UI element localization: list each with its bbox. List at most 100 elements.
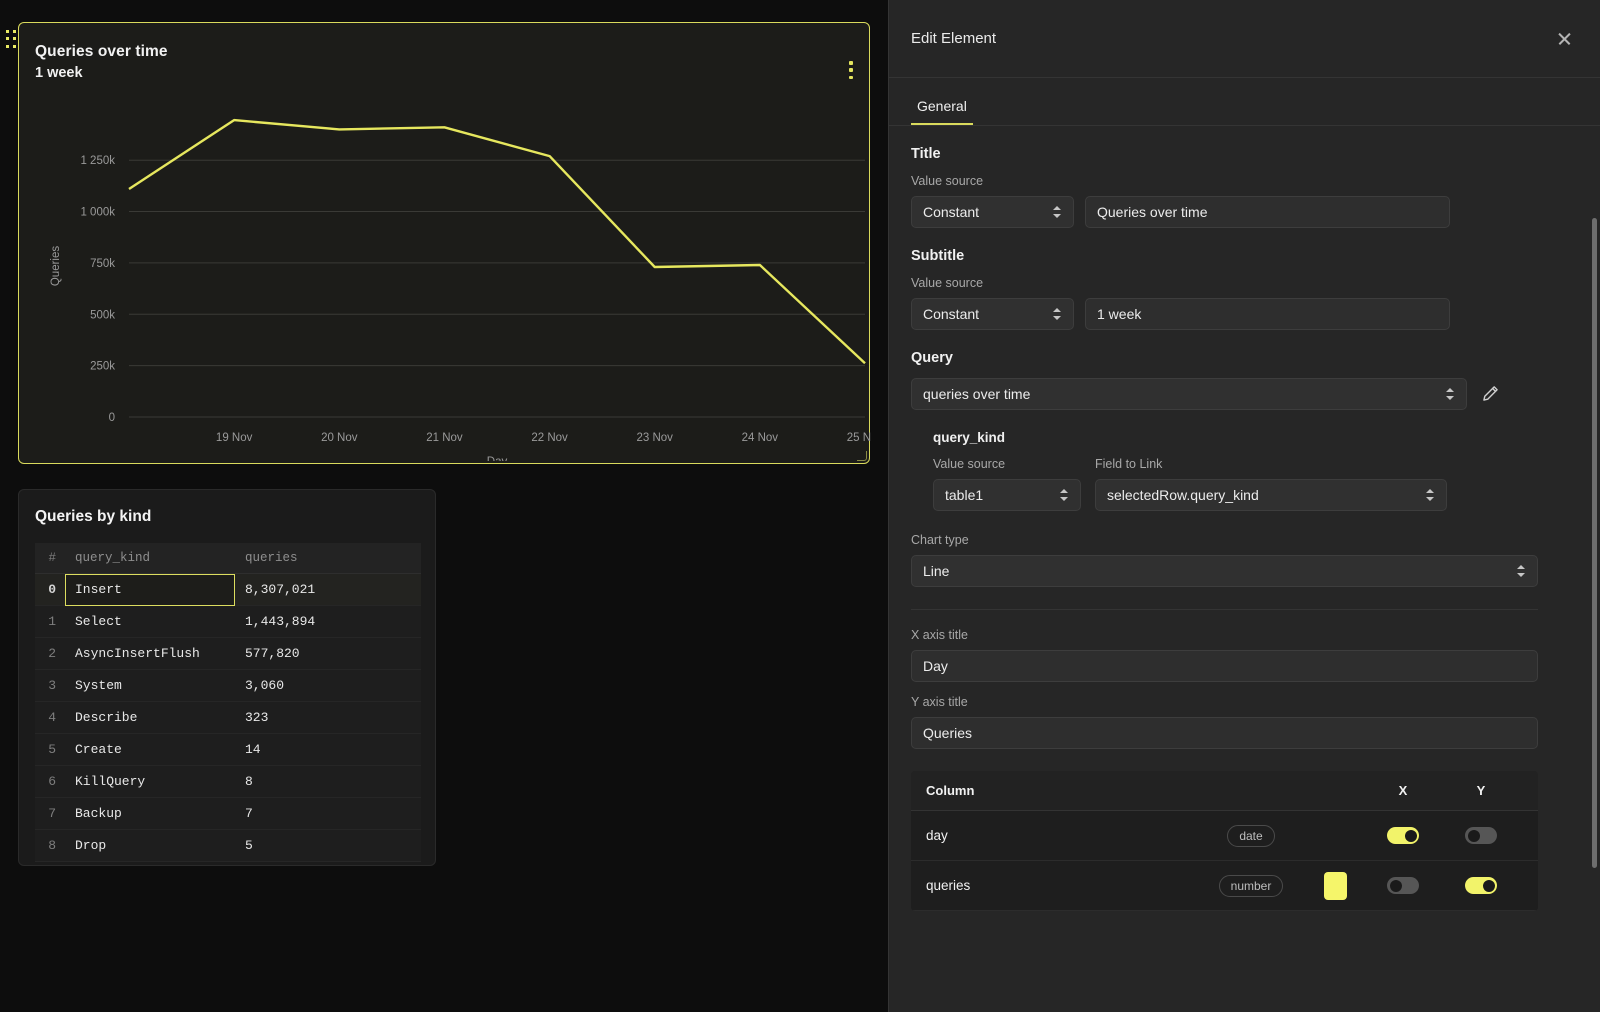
cell-queries[interactable]: 323 — [235, 702, 421, 734]
title-value-source-value: Constant — [923, 204, 979, 220]
row-index: 2 — [35, 638, 65, 670]
panel-scrollbar-thumb[interactable] — [1592, 218, 1597, 868]
cell-query-kind[interactable]: System — [65, 670, 235, 702]
subtitle-row: Constant 1 week — [911, 298, 1538, 330]
title-value-source-select[interactable]: Constant — [911, 196, 1074, 228]
toggle-wrap-y — [1442, 877, 1520, 894]
table-card[interactable]: Queries by kind # query_kind queries 0In… — [18, 489, 436, 866]
chart-x-tick-label: 25 Nov — [847, 432, 871, 444]
column-header-query-kind[interactable]: query_kind — [65, 543, 235, 574]
title-value-input[interactable]: Queries over time — [1085, 196, 1450, 228]
cell-query-kind[interactable]: Drop — [65, 830, 235, 862]
column-type-badge-wrap: date — [1196, 825, 1306, 847]
chart-card[interactable]: Queries over time 1 week 0250k500k750k1 … — [18, 22, 870, 464]
chart-card-title: Queries over time — [19, 23, 869, 61]
subtitle-value-source-value: Constant — [923, 306, 979, 322]
chart-x-tick-label: 19 Nov — [216, 432, 253, 444]
kebab-menu-icon[interactable] — [849, 61, 853, 79]
chart-y-tick-label: 1 000k — [80, 207, 115, 219]
table-row[interactable]: 5Create14 — [35, 734, 421, 766]
edit-element-panel: Edit Element General Title Value source … — [888, 0, 1600, 1012]
card-resize-handle[interactable] — [857, 451, 867, 461]
chart-y-tick-label: 500k — [90, 309, 115, 321]
chart-y-tick-labels: 0250k500k750k1 000k1 250k — [80, 155, 115, 424]
cell-query-kind[interactable]: KillQuery — [65, 766, 235, 798]
x-axis-title-input[interactable]: Day — [911, 650, 1538, 682]
cell-queries[interactable]: 1,443,894 — [235, 606, 421, 638]
form-divider — [911, 609, 1538, 610]
table-card-title: Queries by kind — [19, 490, 435, 526]
cell-queries[interactable]: 14 — [235, 734, 421, 766]
column-mapping-header-y: Y — [1442, 783, 1520, 798]
cell-queries[interactable]: 577,820 — [235, 638, 421, 670]
row-index: 3 — [35, 670, 65, 702]
toggle-axis-y[interactable] — [1465, 827, 1497, 844]
column-name: day — [926, 828, 1196, 843]
column-color-swatch[interactable] — [1324, 872, 1347, 900]
column-type-badge: number — [1219, 875, 1284, 897]
chart-x-tick-label: 22 Nov — [531, 432, 568, 444]
column-mapping-header-column: Column — [926, 783, 1196, 798]
cell-query-kind[interactable]: Create — [65, 734, 235, 766]
row-index: 1 — [35, 606, 65, 638]
table-row[interactable]: 1Select1,443,894 — [35, 606, 421, 638]
toggle-axis-y[interactable] — [1465, 877, 1497, 894]
query-select-value: queries over time — [923, 386, 1030, 402]
table-row[interactable]: 2AsyncInsertFlush577,820 — [35, 638, 421, 670]
table-header: # query_kind queries — [35, 543, 421, 574]
cell-query-kind[interactable]: Insert — [65, 574, 235, 606]
query-param-name: query_kind — [933, 430, 1538, 445]
cell-queries[interactable]: 8,307,021 — [235, 574, 421, 606]
row-index: 8 — [35, 830, 65, 862]
column-type-badge-wrap: number — [1196, 875, 1306, 897]
chevron-updown-icon — [1053, 307, 1062, 321]
app-root: Queries over time 1 week 0250k500k750k1 … — [0, 0, 1600, 1012]
column-mapping-header-x: X — [1364, 783, 1442, 798]
query-param-value-source-group: Value source table1 — [933, 457, 1081, 511]
chart-type-label: Chart type — [911, 533, 1538, 547]
cell-query-kind[interactable]: AsyncInsertFlush — [65, 638, 235, 670]
queries-by-kind-table[interactable]: # query_kind queries 0Insert8,307,0211Se… — [35, 543, 421, 862]
chart-type-select[interactable]: Line — [911, 555, 1538, 587]
query-param-value-source-select[interactable]: table1 — [933, 479, 1081, 511]
close-icon[interactable] — [1554, 28, 1576, 50]
table-row[interactable]: 3System3,060 — [35, 670, 421, 702]
query-param-value-source-label: Value source — [933, 457, 1081, 471]
cell-queries[interactable]: 5 — [235, 830, 421, 862]
cell-queries[interactable]: 7 — [235, 798, 421, 830]
query-select[interactable]: queries over time — [911, 378, 1467, 410]
column-mapping-table: Column X Y daydatequeriesnumber — [911, 771, 1538, 911]
column-type-badge: date — [1227, 825, 1274, 847]
chart-y-tick-label: 0 — [109, 412, 115, 424]
title-row: Constant Queries over time — [911, 196, 1538, 228]
table-row[interactable]: 7Backup7 — [35, 798, 421, 830]
subtitle-value-input[interactable]: 1 week — [1085, 298, 1450, 330]
subtitle-value-source-select[interactable]: Constant — [911, 298, 1074, 330]
title-value-source-label: Value source — [911, 174, 1538, 188]
query-param-field-to-link-label: Field to Link — [1095, 457, 1447, 471]
query-param-field-to-link-select[interactable]: selectedRow.query_kind — [1095, 479, 1447, 511]
table-row[interactable]: 4Describe323 — [35, 702, 421, 734]
table-row[interactable]: 6KillQuery8 — [35, 766, 421, 798]
row-index: 0 — [35, 574, 65, 606]
table-row[interactable]: 0Insert8,307,021 — [35, 574, 421, 606]
tab-general[interactable]: General — [911, 94, 973, 125]
y-axis-title-input[interactable]: Queries — [911, 717, 1538, 749]
chevron-updown-icon — [1060, 488, 1069, 502]
column-header-index[interactable]: # — [35, 543, 65, 574]
cell-query-kind[interactable]: Select — [65, 606, 235, 638]
toggle-axis-x[interactable] — [1387, 827, 1419, 844]
column-header-queries[interactable]: queries — [235, 543, 421, 574]
cell-query-kind[interactable]: Backup — [65, 798, 235, 830]
pencil-icon[interactable] — [1480, 384, 1500, 404]
toggle-axis-x[interactable] — [1387, 877, 1419, 894]
panel-form: Title Value source Constant Queries over… — [889, 126, 1600, 911]
query-section-heading: Query — [911, 350, 1538, 366]
chart-x-tick-label: 23 Nov — [636, 432, 673, 444]
cell-query-kind[interactable]: Describe — [65, 702, 235, 734]
cell-queries[interactable]: 3,060 — [235, 670, 421, 702]
drag-handle-icon[interactable] — [6, 30, 18, 50]
table-row[interactable]: 8Drop5 — [35, 830, 421, 862]
cell-queries[interactable]: 8 — [235, 766, 421, 798]
column-mapping-header: Column X Y — [911, 771, 1538, 811]
